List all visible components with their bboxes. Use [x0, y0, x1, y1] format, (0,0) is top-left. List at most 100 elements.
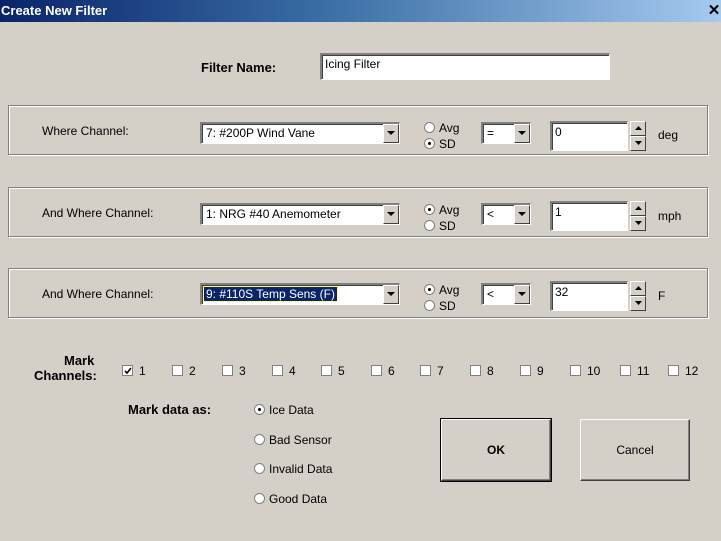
- condition-1-sd-label: SD: [439, 137, 456, 151]
- mark-channel-2-checkbox[interactable]: 2: [172, 364, 196, 378]
- filter-name-input[interactable]: Icing Filter: [320, 53, 610, 80]
- mark-data-invalid-label: Invalid Data: [269, 462, 333, 476]
- checkbox-icon: [570, 365, 581, 376]
- window-title: Create New Filter: [1, 3, 108, 18]
- radio-icon: [424, 220, 435, 231]
- condition-3-label: And Where Channel:: [42, 287, 154, 301]
- radio-icon: [254, 493, 265, 504]
- condition-3-channel-select[interactable]: 9: #110S Temp Sens (F): [200, 283, 400, 305]
- chevron-down-icon[interactable]: [514, 285, 530, 304]
- condition-3-value-spinner[interactable]: [630, 281, 646, 311]
- mark-channel-7-label: 7: [437, 364, 444, 378]
- condition-3-operator-value: <: [487, 287, 495, 301]
- radio-icon: [254, 463, 265, 474]
- title-bar[interactable]: Create New Filter ✕: [0, 0, 721, 22]
- mark-data-good-label: Good Data: [269, 492, 328, 506]
- mark-channel-2-label: 2: [189, 364, 196, 378]
- condition-1-label: Where Channel:: [42, 124, 129, 138]
- mark-channel-5-checkbox[interactable]: 5: [321, 364, 345, 378]
- spin-down-icon[interactable]: [630, 296, 646, 311]
- condition-3-sd-label: SD: [439, 299, 456, 313]
- condition-2-avg-radio[interactable]: Avg: [424, 203, 459, 217]
- mark-data-ice-radio[interactable]: Ice Data: [254, 403, 314, 417]
- mark-data-bad-sensor-label: Bad Sensor: [269, 433, 332, 447]
- mark-channel-12-label: 12: [685, 364, 699, 378]
- condition-1-operator-select[interactable]: =: [481, 122, 531, 144]
- mark-channel-6-checkbox[interactable]: 6: [371, 364, 395, 378]
- condition-3-value-input[interactable]: 32: [550, 281, 628, 311]
- mark-channel-1-checkbox[interactable]: 1: [122, 364, 146, 378]
- checkbox-icon: [222, 365, 233, 376]
- mark-data-label: Mark data as:: [128, 402, 212, 417]
- mark-channel-11-label: 11: [637, 364, 650, 378]
- mark-channel-12-checkbox[interactable]: 12: [668, 364, 698, 378]
- mark-channel-7-checkbox[interactable]: 7: [420, 364, 444, 378]
- cancel-button[interactable]: Cancel: [580, 419, 690, 481]
- mark-channel-4-label: 4: [289, 364, 296, 378]
- mark-channel-5-label: 5: [338, 364, 345, 378]
- spin-up-icon[interactable]: [630, 121, 646, 136]
- mark-channel-11-checkbox[interactable]: 11: [620, 364, 649, 378]
- condition-3-avg-radio[interactable]: Avg: [424, 283, 459, 297]
- condition-1-value-input[interactable]: 0: [550, 121, 628, 151]
- condition-3-sd-radio[interactable]: SD: [424, 299, 456, 313]
- mark-channel-3-checkbox[interactable]: 3: [222, 364, 246, 378]
- cancel-button-label: Cancel: [616, 443, 654, 457]
- condition-1-avg-label: Avg: [439, 121, 460, 135]
- chevron-down-icon[interactable]: [383, 285, 399, 304]
- spin-up-icon[interactable]: [630, 281, 646, 296]
- chevron-down-icon[interactable]: [514, 124, 530, 143]
- chevron-down-icon[interactable]: [383, 124, 399, 143]
- condition-1-avg-radio[interactable]: Avg: [424, 121, 459, 135]
- condition-2-channel-select[interactable]: 1: NRG #40 Anemometer: [200, 203, 400, 225]
- condition-3-channel-value: 9: #110S Temp Sens (F): [203, 286, 338, 302]
- checkbox-icon: [520, 365, 531, 376]
- mark-channel-1-label: 1: [139, 364, 146, 378]
- condition-3-avg-label: Avg: [439, 283, 460, 297]
- condition-1-channel-select[interactable]: 7: #200P Wind Vane: [200, 122, 400, 144]
- mark-channels-label-line2: Channels:: [34, 368, 97, 383]
- condition-1-value-spinner[interactable]: [630, 121, 646, 151]
- radio-selected-icon: [254, 404, 265, 415]
- chevron-down-icon[interactable]: [383, 205, 399, 224]
- create-filter-dialog: Create New Filter ✕ Filter Name: Icing F…: [0, 0, 721, 541]
- mark-channel-8-label: 8: [487, 364, 494, 378]
- condition-2-sd-label: SD: [439, 219, 456, 233]
- spin-up-icon[interactable]: [630, 201, 646, 216]
- radio-selected-icon: [424, 284, 435, 295]
- mark-channel-8-checkbox[interactable]: 8: [470, 364, 494, 378]
- spin-down-icon[interactable]: [630, 136, 646, 151]
- condition-2-label: And Where Channel:: [42, 206, 154, 220]
- mark-channel-9-checkbox[interactable]: 9: [520, 364, 544, 378]
- checkbox-icon: [420, 365, 431, 376]
- checkbox-icon: [470, 365, 481, 376]
- condition-2-unit: mph: [658, 209, 682, 223]
- checkbox-icon: [172, 365, 183, 376]
- mark-channel-4-checkbox[interactable]: 4: [272, 364, 296, 378]
- checkbox-icon: [620, 365, 631, 376]
- mark-data-invalid-radio[interactable]: Invalid Data: [254, 462, 332, 476]
- condition-2-operator-select[interactable]: <: [481, 203, 531, 225]
- condition-1-sd-radio[interactable]: SD: [424, 137, 456, 151]
- mark-data-good-radio[interactable]: Good Data: [254, 492, 327, 506]
- ok-button-label: OK: [487, 443, 505, 457]
- close-icon[interactable]: ✕: [706, 3, 721, 19]
- condition-2-value-spinner[interactable]: [630, 201, 646, 231]
- mark-channels-label-line1: Mark: [64, 353, 95, 368]
- ok-button[interactable]: OK: [440, 418, 552, 482]
- mark-channel-9-label: 9: [537, 364, 544, 378]
- checkbox-icon: [272, 365, 283, 376]
- condition-1-unit: deg: [658, 128, 679, 142]
- condition-2-avg-label: Avg: [439, 203, 460, 217]
- chevron-down-icon[interactable]: [514, 205, 530, 224]
- spin-down-icon[interactable]: [630, 216, 646, 231]
- condition-3-operator-select[interactable]: <: [481, 283, 531, 305]
- condition-1-operator-value: =: [487, 126, 495, 140]
- condition-2-channel-value: 1: NRG #40 Anemometer: [206, 207, 341, 221]
- condition-2-sd-radio[interactable]: SD: [424, 219, 456, 233]
- condition-1-channel-value: 7: #200P Wind Vane: [206, 126, 315, 140]
- condition-2-value-input[interactable]: 1: [550, 201, 628, 231]
- mark-channel-6-label: 6: [388, 364, 395, 378]
- mark-data-bad-sensor-radio[interactable]: Bad Sensor: [254, 433, 332, 447]
- mark-channel-10-checkbox[interactable]: 10: [570, 364, 600, 378]
